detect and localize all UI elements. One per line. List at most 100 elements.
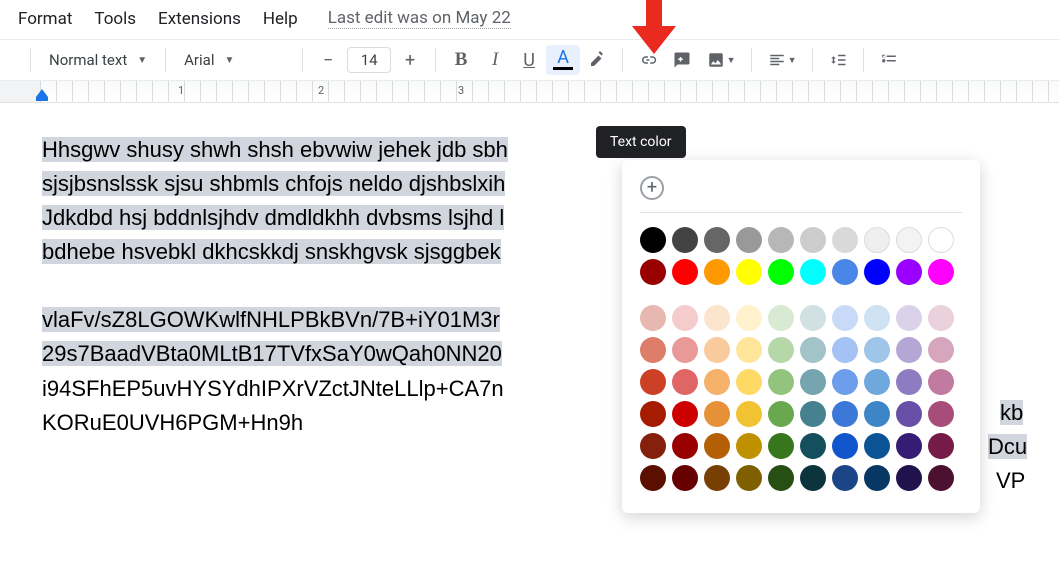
last-edit-link[interactable]: Last edit was on May 22 [328, 8, 511, 29]
color-swatch[interactable] [672, 259, 698, 285]
indent-marker[interactable] [36, 89, 52, 101]
color-swatch[interactable] [896, 259, 922, 285]
color-swatch[interactable] [672, 369, 698, 395]
menu-tools[interactable]: Tools [94, 9, 136, 29]
checklist-button[interactable] [872, 45, 906, 75]
color-swatch[interactable] [736, 369, 762, 395]
add-custom-color-button[interactable]: + [640, 176, 664, 200]
menu-extensions[interactable]: Extensions [158, 9, 241, 29]
color-swatch[interactable] [832, 337, 858, 363]
color-swatch[interactable] [800, 305, 826, 331]
color-swatch[interactable] [832, 433, 858, 459]
color-swatch[interactable] [864, 259, 890, 285]
color-swatch[interactable] [704, 337, 730, 363]
color-swatch[interactable] [832, 465, 858, 491]
document-body[interactable]: Hhsgwv shusy shwh shsh ebvwiw jehek jdb … [0, 103, 640, 440]
color-swatch[interactable] [832, 305, 858, 331]
color-swatch[interactable] [896, 369, 922, 395]
color-swatch[interactable] [768, 401, 794, 427]
color-swatch[interactable] [800, 259, 826, 285]
color-swatch[interactable] [896, 305, 922, 331]
color-swatch[interactable] [704, 369, 730, 395]
line-spacing-button[interactable] [821, 45, 855, 75]
font-size-decrease-button[interactable]: − [311, 45, 345, 75]
color-swatch[interactable] [768, 259, 794, 285]
color-swatch[interactable] [640, 369, 666, 395]
color-swatch[interactable] [672, 227, 698, 253]
color-swatch[interactable] [672, 305, 698, 331]
color-swatch[interactable] [672, 401, 698, 427]
font-size-input[interactable]: 14 [347, 47, 391, 73]
align-button[interactable]: ▼ [760, 45, 804, 75]
color-swatch[interactable] [640, 227, 666, 253]
menu-format[interactable]: Format [18, 9, 72, 29]
menu-help[interactable]: Help [263, 9, 298, 29]
color-swatch[interactable] [864, 465, 890, 491]
color-swatch[interactable] [736, 259, 762, 285]
color-swatch[interactable] [704, 401, 730, 427]
color-swatch[interactable] [928, 433, 954, 459]
color-swatch[interactable] [672, 337, 698, 363]
paragraph-style-dropdown[interactable]: Normal text ▼ [39, 47, 157, 73]
color-swatch[interactable] [704, 259, 730, 285]
color-swatch[interactable] [928, 369, 954, 395]
color-swatch[interactable] [768, 305, 794, 331]
color-swatch[interactable] [640, 401, 666, 427]
color-swatch[interactable] [896, 227, 922, 253]
bold-button[interactable]: B [444, 45, 478, 75]
color-swatch[interactable] [896, 401, 922, 427]
color-swatch[interactable] [768, 337, 794, 363]
color-swatch[interactable] [832, 259, 858, 285]
color-swatch[interactable] [832, 369, 858, 395]
color-swatch[interactable] [768, 433, 794, 459]
underline-button[interactable]: U [512, 45, 546, 75]
color-swatch[interactable] [736, 337, 762, 363]
color-swatch[interactable] [640, 259, 666, 285]
font-family-dropdown[interactable]: Arial ▼ [174, 47, 294, 73]
color-swatch[interactable] [928, 227, 954, 253]
color-swatch[interactable] [640, 433, 666, 459]
insert-image-button[interactable]: ▼ [699, 45, 743, 75]
text-color-button[interactable]: A [546, 45, 580, 75]
color-swatch[interactable] [736, 401, 762, 427]
color-swatch[interactable] [736, 227, 762, 253]
horizontal-ruler[interactable]: 1 2 3 [0, 81, 1059, 103]
color-swatch[interactable] [768, 369, 794, 395]
color-swatch[interactable] [864, 401, 890, 427]
color-swatch[interactable] [928, 337, 954, 363]
color-swatch[interactable] [864, 227, 890, 253]
color-swatch[interactable] [800, 337, 826, 363]
color-swatch[interactable] [640, 465, 666, 491]
color-swatch[interactable] [704, 227, 730, 253]
color-swatch[interactable] [672, 465, 698, 491]
color-swatch[interactable] [768, 227, 794, 253]
color-swatch[interactable] [640, 305, 666, 331]
color-swatch[interactable] [928, 401, 954, 427]
color-swatch[interactable] [768, 465, 794, 491]
color-swatch[interactable] [832, 401, 858, 427]
color-swatch[interactable] [704, 305, 730, 331]
color-swatch[interactable] [928, 259, 954, 285]
color-swatch[interactable] [736, 305, 762, 331]
color-swatch[interactable] [896, 433, 922, 459]
color-swatch[interactable] [864, 305, 890, 331]
color-swatch[interactable] [736, 433, 762, 459]
color-swatch[interactable] [736, 465, 762, 491]
color-swatch[interactable] [928, 305, 954, 331]
color-swatch[interactable] [864, 433, 890, 459]
color-swatch[interactable] [640, 337, 666, 363]
color-swatch[interactable] [800, 433, 826, 459]
color-swatch[interactable] [928, 465, 954, 491]
color-swatch[interactable] [800, 401, 826, 427]
color-swatch[interactable] [704, 465, 730, 491]
color-swatch[interactable] [896, 465, 922, 491]
italic-button[interactable]: I [478, 45, 512, 75]
highlight-color-button[interactable] [580, 45, 614, 75]
color-swatch[interactable] [800, 369, 826, 395]
color-swatch[interactable] [704, 433, 730, 459]
color-swatch[interactable] [832, 227, 858, 253]
color-swatch[interactable] [896, 337, 922, 363]
color-swatch[interactable] [864, 369, 890, 395]
font-size-increase-button[interactable]: + [393, 45, 427, 75]
color-swatch[interactable] [672, 433, 698, 459]
